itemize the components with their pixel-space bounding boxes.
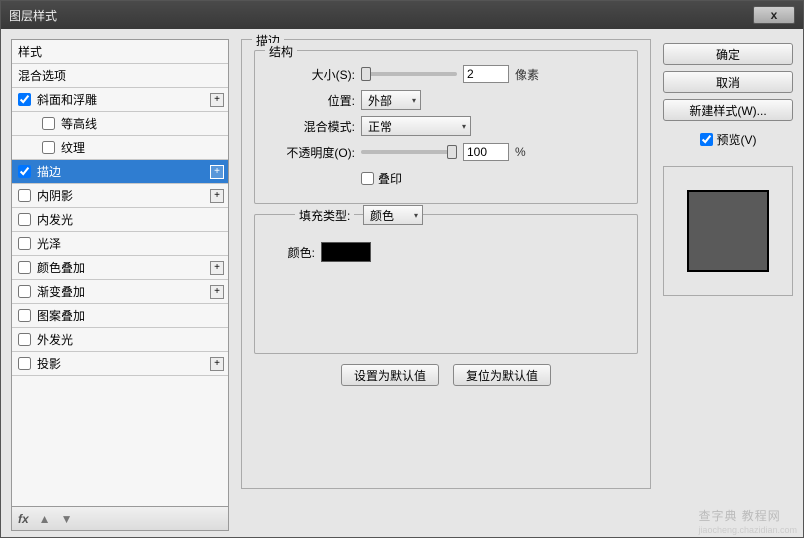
opacity-row: 不透明度(O): % [267,139,625,165]
filltype-select[interactable]: 颜色 ▾ [363,205,423,225]
checkbox-bevel[interactable] [18,93,31,106]
expand-icon[interactable]: + [210,357,224,371]
fill-fieldset: 填充类型: 颜色 ▾ 颜色: [254,214,638,354]
dialog-body: 样式 混合选项 斜面和浮雕 + 等高线 纹理 描边 [1,29,803,537]
arrow-up-icon[interactable]: ▲ [39,512,51,526]
checkbox-contour[interactable] [42,117,55,130]
checkbox-texture[interactable] [42,141,55,154]
filltype-label: 填充类型: [295,207,354,224]
blendmode-select[interactable]: 正常 ▾ [361,116,471,136]
sidebar-header-blend[interactable]: 混合选项 [12,64,228,88]
blendmode-row: 混合模式: 正常 ▾ [267,113,625,139]
sidebar-item-innerglow[interactable]: 内发光 [12,208,228,232]
preview-box [663,166,793,296]
size-unit: 像素 [515,66,539,83]
checkbox-satin[interactable] [18,237,31,250]
opacity-label: 不透明度(O): [267,144,355,161]
action-column: 确定 取消 新建样式(W)... 预览(V) [663,39,793,531]
close-button[interactable]: x [753,6,795,24]
chevron-down-icon: ▾ [414,211,418,220]
sidebar-item-outerglow[interactable]: 外发光 [12,328,228,352]
slider-thumb[interactable] [447,145,457,159]
styles-sidebar: 样式 混合选项 斜面和浮雕 + 等高线 纹理 描边 [11,39,229,531]
stroke-group: 描边 结构 大小(S): 像素 位置: 外部 ▾ [241,39,651,489]
ok-button[interactable]: 确定 [663,43,793,65]
sidebar-item-gradientoverlay[interactable]: 渐变叠加 + [12,280,228,304]
checkbox-outerglow[interactable] [18,333,31,346]
sidebar-item-contour[interactable]: 等高线 [12,112,228,136]
make-default-button[interactable]: 设置为默认值 [341,364,439,386]
color-label: 颜色: [267,244,315,261]
blendmode-label: 混合模式: [267,118,355,135]
window-title: 图层样式 [9,7,57,24]
expand-icon[interactable]: + [210,285,224,299]
slider-thumb[interactable] [361,67,371,81]
position-label: 位置: [267,92,355,109]
position-row: 位置: 外部 ▾ [267,87,625,113]
sidebar-item-bevel[interactable]: 斜面和浮雕 + [12,88,228,112]
sidebar-item-stroke[interactable]: 描边 + [12,160,228,184]
arrow-down-icon[interactable]: ▼ [61,512,73,526]
checkbox-coloroverlay[interactable] [18,261,31,274]
color-row: 颜色: [267,239,625,265]
size-slider[interactable] [361,72,457,76]
opacity-input[interactable] [463,143,509,161]
sidebar-item-patternoverlay[interactable]: 图案叠加 [12,304,228,328]
checkbox-dropshadow[interactable] [18,357,31,370]
chevron-down-icon: ▾ [412,96,416,105]
sidebar-item-coloroverlay[interactable]: 颜色叠加 + [12,256,228,280]
color-swatch[interactable] [321,242,371,262]
checkbox-stroke[interactable] [18,165,31,178]
sidebar-footer: fx ▲ ▼ [11,507,229,531]
sidebar-item-dropshadow[interactable]: 投影 + [12,352,228,376]
expand-icon[interactable]: + [210,165,224,179]
overprint-checkbox[interactable]: 叠印 [361,170,402,187]
sidebar-item-satin[interactable]: 光泽 [12,232,228,256]
sidebar-item-innershadow[interactable]: 内阴影 + [12,184,228,208]
size-input[interactable] [463,65,509,83]
checkbox-innershadow[interactable] [18,189,31,202]
reset-default-button[interactable]: 复位为默认值 [453,364,551,386]
cancel-button[interactable]: 取消 [663,71,793,93]
expand-icon[interactable]: + [210,189,224,203]
checkbox-patternoverlay[interactable] [18,309,31,322]
sidebar-header-styles[interactable]: 样式 [12,40,228,64]
preview-checkbox[interactable]: 预览(V) [700,131,757,148]
layer-style-dialog: 图层样式 x 样式 混合选项 斜面和浮雕 + 等高线 纹理 [0,0,804,538]
checkbox-gradientoverlay[interactable] [18,285,31,298]
titlebar: 图层样式 x [1,1,803,29]
overprint-row: 叠印 [267,165,625,191]
fx-icon[interactable]: fx [18,512,29,526]
opacity-unit: % [515,145,526,159]
checkbox-innerglow[interactable] [18,213,31,226]
close-icon: x [771,8,778,22]
size-row: 大小(S): 像素 [267,61,625,87]
default-buttons: 设置为默认值 复位为默认值 [254,364,638,386]
sidebar-item-texture[interactable]: 纹理 [12,136,228,160]
structure-fieldset: 结构 大小(S): 像素 位置: 外部 ▾ [254,50,638,204]
expand-icon[interactable]: + [210,261,224,275]
preview-swatch [687,190,769,272]
settings-panel: 描边 结构 大小(S): 像素 位置: 外部 ▾ [241,39,651,531]
structure-legend: 结构 [265,43,297,60]
chevron-down-icon: ▾ [462,122,466,131]
position-select[interactable]: 外部 ▾ [361,90,421,110]
style-list: 样式 混合选项 斜面和浮雕 + 等高线 纹理 描边 [11,39,229,507]
size-label: 大小(S): [267,66,355,83]
opacity-slider[interactable] [361,150,457,154]
expand-icon[interactable]: + [210,93,224,107]
new-style-button[interactable]: 新建样式(W)... [663,99,793,121]
